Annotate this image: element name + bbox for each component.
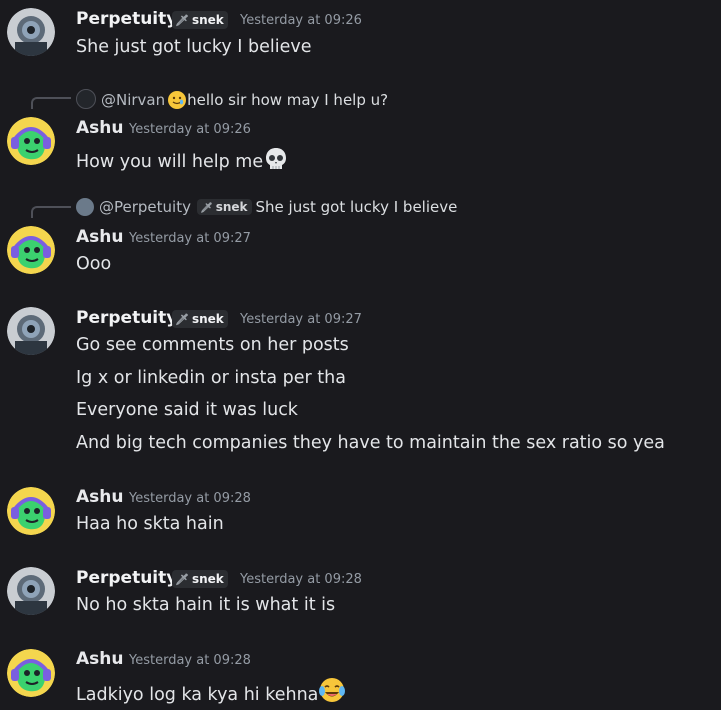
avatar-perpetuity[interactable] bbox=[7, 307, 55, 355]
role-badge[interactable]: 🗡 snek bbox=[172, 310, 228, 328]
avatar-ashu[interactable] bbox=[7, 226, 55, 274]
reply-avatar bbox=[76, 89, 96, 109]
message-text: Haa ho skta hain bbox=[76, 514, 224, 534]
author-name[interactable]: Ashu bbox=[76, 487, 123, 507]
avatar-perpetuity[interactable] bbox=[7, 567, 55, 615]
role-badge[interactable]: 🗡 snek bbox=[172, 570, 228, 588]
author-name[interactable]: Perpetuity bbox=[76, 308, 177, 328]
tears-of-joy-emoji bbox=[318, 677, 346, 710]
reply-reference[interactable]: @Perpetuity 🗡 snek She just got lucky I bel… bbox=[76, 198, 457, 216]
message-text: Ladkiyo log ka kya hi kehna bbox=[76, 677, 346, 710]
reply-author[interactable]: @Perpetuity bbox=[99, 198, 191, 216]
avatar-ashu[interactable] bbox=[7, 487, 55, 535]
sword-icon: 🗡 bbox=[199, 203, 213, 214]
timestamp: Yesterday at 09:28 bbox=[129, 653, 251, 668]
reply-spine bbox=[31, 206, 71, 218]
sword-icon: 🗡 bbox=[175, 14, 189, 27]
sword-icon: 🗡 bbox=[175, 573, 189, 586]
reply-avatar bbox=[76, 198, 94, 216]
message-text: Everyone said it was luck bbox=[76, 400, 298, 420]
avatar-ashu[interactable] bbox=[7, 649, 55, 697]
timestamp: Yesterday at 09:28 bbox=[129, 491, 251, 506]
timestamp: Yesterday at 09:27 bbox=[240, 312, 362, 327]
avatar-perpetuity[interactable] bbox=[7, 8, 55, 56]
reply-role-badge: 🗡 snek bbox=[196, 199, 252, 215]
timestamp: Yesterday at 09:26 bbox=[129, 122, 251, 137]
role-badge[interactable]: 🗡 snek bbox=[172, 11, 228, 29]
reply-reference[interactable]: @Nirvan hello sir how may I help u? bbox=[76, 89, 388, 114]
message-text: Ooo bbox=[76, 254, 112, 274]
author-name[interactable]: Ashu bbox=[76, 118, 123, 138]
author-name[interactable]: Ashu bbox=[76, 649, 123, 669]
author-name[interactable]: Ashu bbox=[76, 227, 123, 247]
message-text: Ig x or linkedin or insta per tha bbox=[76, 368, 346, 388]
timestamp: Yesterday at 09:28 bbox=[240, 572, 362, 587]
reply-spine bbox=[31, 97, 71, 109]
reply-author[interactable]: @Nirvan bbox=[101, 91, 165, 109]
message-text: How you will help me bbox=[76, 146, 289, 177]
author-name[interactable]: Perpetuity bbox=[76, 9, 177, 29]
avatar-ashu[interactable] bbox=[7, 117, 55, 165]
reply-text: hello sir how may I help u? bbox=[187, 91, 389, 109]
message-text: She just got lucky I believe bbox=[76, 37, 312, 57]
reply-text: She just got lucky I believe bbox=[255, 198, 458, 216]
skull-emoji bbox=[263, 146, 289, 177]
message-text: Go see comments on her posts bbox=[76, 335, 349, 355]
timestamp: Yesterday at 09:26 bbox=[240, 13, 362, 28]
author-name[interactable]: Perpetuity bbox=[76, 568, 177, 588]
message-text: No ho skta hain it is what it is bbox=[76, 595, 336, 615]
sword-icon: 🗡 bbox=[175, 313, 189, 326]
smiling-face-with-tear-emoji bbox=[167, 90, 187, 114]
timestamp: Yesterday at 09:27 bbox=[129, 231, 251, 246]
message-text: And big tech companies they have to main… bbox=[76, 433, 665, 453]
